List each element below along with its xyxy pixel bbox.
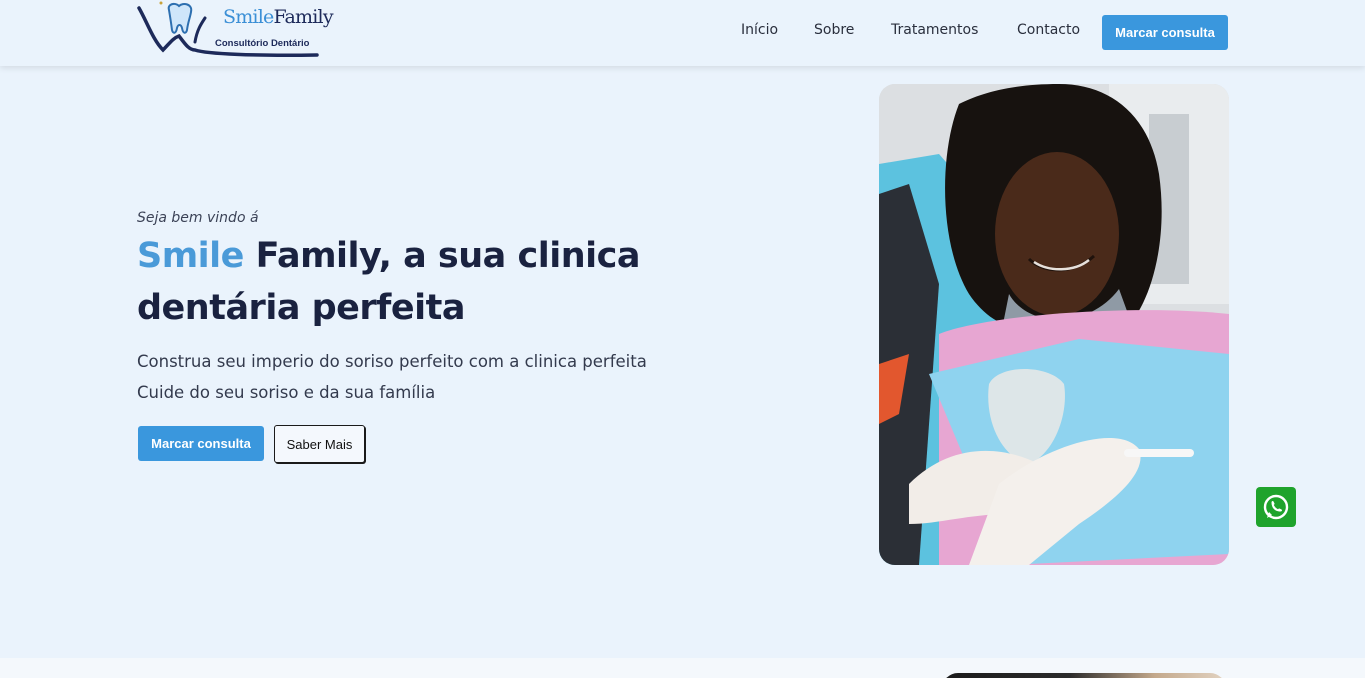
nav-book-appointment-button[interactable]: Marcar consulta bbox=[1102, 15, 1228, 50]
hero-text: Seja bem vindo á Smile Family, a sua cli… bbox=[137, 210, 737, 408]
hero-headline: Smile Family, a sua clinica dentária per… bbox=[137, 230, 737, 334]
nav-link-contacto[interactable]: Contacto bbox=[1017, 22, 1080, 38]
hero-book-appointment-button[interactable]: Marcar consulta bbox=[138, 426, 264, 461]
logo[interactable]: SmileFamily Consultório Dentário bbox=[135, 0, 334, 60]
hero-description: Construa seu imperio do soriso perfeito … bbox=[137, 346, 737, 408]
whatsapp-button[interactable] bbox=[1256, 487, 1296, 527]
next-section-image bbox=[942, 673, 1226, 678]
hero-welcome: Seja bem vindo á bbox=[137, 210, 259, 226]
headline-line1: Family, a sua clinica bbox=[255, 236, 641, 276]
nav-link-tratamentos[interactable]: Tratamentos bbox=[891, 22, 978, 38]
navbar: SmileFamily Consultório Dentário Início … bbox=[0, 0, 1365, 66]
nav-link-inicio[interactable]: Início bbox=[741, 22, 778, 38]
desc-line1: Construa seu imperio do soriso perfeito … bbox=[137, 352, 647, 371]
brand-name: SmileFamily bbox=[223, 6, 334, 28]
hero-image bbox=[879, 84, 1229, 565]
nav-link-sobre[interactable]: Sobre bbox=[814, 22, 854, 38]
desc-line2: Cuide do seu soriso e da sua família bbox=[137, 383, 436, 402]
patient-photo bbox=[879, 84, 1229, 565]
learn-more-button[interactable]: Saber Mais bbox=[274, 425, 365, 463]
brand-subtitle: Consultório Dentário bbox=[215, 38, 310, 49]
whatsapp-icon bbox=[1263, 494, 1289, 520]
headline-line2: dentária perfeita bbox=[137, 288, 465, 328]
headline-accent: Smile bbox=[137, 236, 244, 276]
